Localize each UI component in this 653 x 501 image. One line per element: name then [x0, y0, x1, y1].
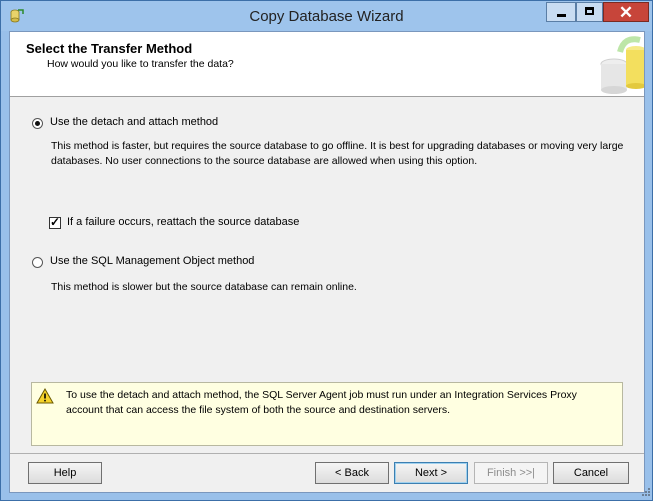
detach-attach-label[interactable]: Use the detach and attach method	[50, 116, 218, 128]
smo-radio[interactable]	[32, 257, 43, 268]
close-icon: ✕	[618, 3, 634, 22]
reattach-label[interactable]: If a failure occurs, reattach the source…	[67, 216, 299, 228]
wizard-page: Select the Transfer Method How would you…	[9, 31, 645, 493]
database-transfer-icon	[600, 36, 644, 94]
next-button[interactable]: Next >	[394, 462, 468, 484]
resize-grip-icon[interactable]	[639, 487, 651, 499]
finish-button[interactable]: Finish >>|	[474, 462, 548, 484]
cancel-button[interactable]: Cancel	[553, 462, 629, 484]
detach-attach-description: This method is faster, but requires the …	[51, 140, 624, 167]
close-button[interactable]: ✕	[603, 2, 649, 22]
help-button[interactable]: Help	[28, 462, 102, 484]
back-button[interactable]: < Back	[315, 462, 389, 484]
maximize-button[interactable]	[576, 2, 603, 22]
checkmark-icon: ✓	[50, 215, 61, 229]
footer-divider	[10, 453, 644, 454]
warning-notice: To use the detach and attach method, the…	[31, 382, 623, 446]
wizard-window: Copy Database Wizard ✕ Select the Transf…	[0, 0, 653, 501]
title-bar[interactable]: Copy Database Wizard ✕	[1, 1, 652, 31]
wizard-header: Select the Transfer Method How would you…	[10, 32, 644, 97]
detach-attach-radio[interactable]	[32, 118, 43, 129]
warning-icon	[36, 388, 54, 404]
warning-text: To use the detach and attach method, the…	[66, 389, 577, 416]
radio-selected-indicator	[35, 121, 40, 126]
smo-description: This method is slower but the source dat…	[51, 281, 357, 293]
page-subtitle: How would you like to transfer the data?	[47, 58, 234, 70]
reattach-checkbox[interactable]: ✓	[49, 215, 61, 229]
minimize-icon	[557, 14, 566, 17]
page-title: Select the Transfer Method	[26, 41, 193, 56]
smo-label[interactable]: Use the SQL Management Object method	[50, 255, 254, 267]
minimize-button[interactable]	[546, 2, 576, 22]
maximize-icon	[585, 7, 594, 15]
